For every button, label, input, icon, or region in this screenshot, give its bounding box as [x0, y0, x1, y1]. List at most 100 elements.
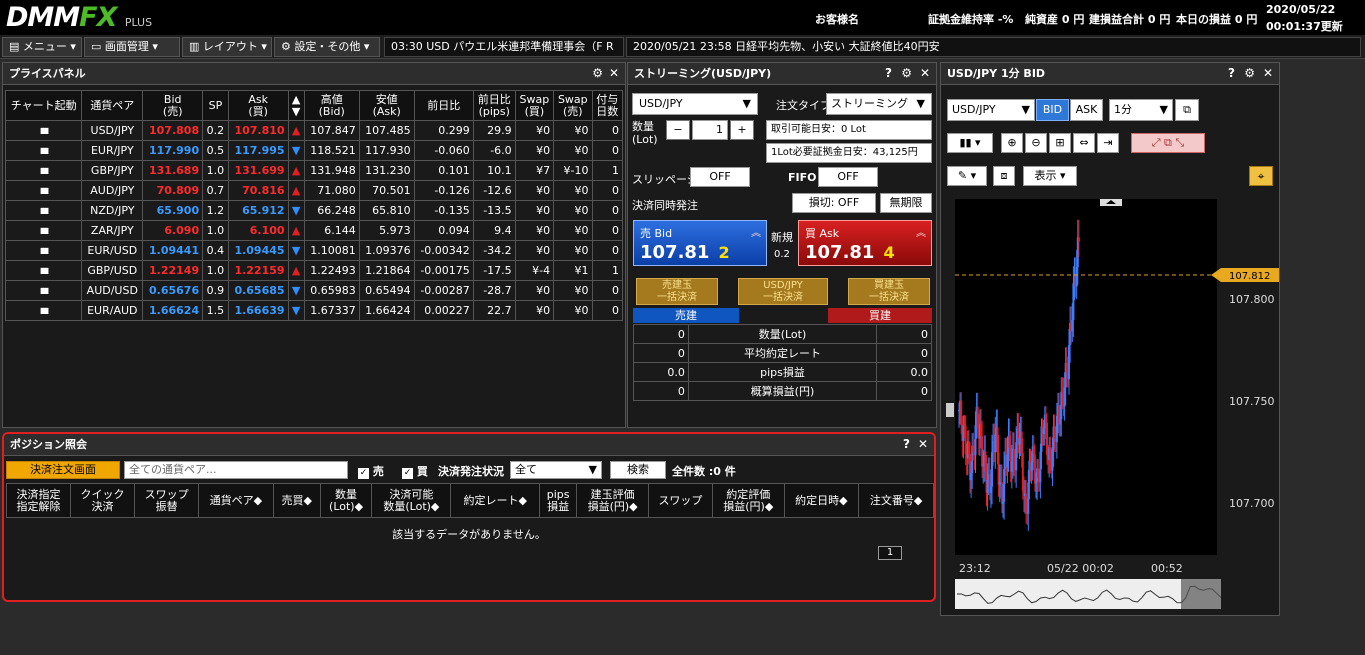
expiry-select[interactable]: 無期限	[880, 193, 932, 213]
ask-toggle[interactable]: ASK	[1070, 99, 1103, 121]
chart-pair-select[interactable]: USD/JPY ▼	[947, 99, 1035, 121]
qty-plus-button[interactable]: +	[730, 120, 754, 140]
chart-launch-icon[interactable]: ▮▮▮	[4, 260, 83, 281]
page-indicator[interactable]: 1	[878, 546, 902, 560]
help-icon[interactable]: ?	[903, 434, 910, 455]
close-all-pair-button[interactable]: USD/JPY 一括決済	[738, 278, 828, 305]
price-row[interactable]: ▮▮▮ ZAR/JPY 6.090 1.0 6.100 ▲ 6.144 5.973 0.094 9…	[4, 220, 624, 241]
menu-button[interactable]: ▤ メニュー ▾	[2, 37, 82, 57]
buy-button[interactable]: 買 Ask 107.81 4 ︽	[798, 220, 932, 266]
price-row[interactable]: ▮▮▮ EUR/JPY 117.990 0.5 117.995 ▼ 118.521 117.9…	[4, 140, 624, 161]
position-column-header[interactable]: 建玉評価 損益(円)◆	[576, 483, 649, 518]
close-icon[interactable]: ✕	[609, 63, 619, 84]
close-icon[interactable]: ✕	[920, 63, 930, 84]
pair-select[interactable]: USD/JPY ▼	[632, 93, 758, 115]
qty-minus-button[interactable]: −	[666, 120, 690, 140]
bid-toggle[interactable]: BID	[1036, 99, 1069, 121]
pair-filter-input[interactable]: 全ての通貨ペア...	[124, 461, 348, 479]
position-column-header[interactable]: 注文番号◆	[858, 483, 934, 518]
zoom-out-icon[interactable]: ⊖	[1025, 133, 1047, 153]
chart-launch-icon[interactable]: ▮▮▮	[4, 200, 83, 221]
chart-launch-icon[interactable]: ▮▮▮	[4, 120, 83, 141]
buy-price-main: 107.81	[805, 242, 875, 263]
pencil-icon[interactable]: ✎ ▾	[947, 166, 987, 186]
position-column-header[interactable]: pips 損益	[538, 483, 578, 518]
close-all-buy-button[interactable]: 買建玉 一括決済	[848, 278, 930, 305]
chart-launch-icon[interactable]: ▮▮▮	[4, 240, 83, 261]
summary-buy: 0	[876, 343, 932, 363]
price-row[interactable]: ▮▮▮ AUD/JPY 70.809 0.7 70.816 ▲ 71.080 70.501 -0…	[4, 180, 624, 201]
candlestick-chart[interactable]: 107.812 107.800 107.750 107.700 23:12 05…	[941, 195, 1279, 615]
cell-swb: ¥0	[514, 240, 555, 261]
settings-button[interactable]: ⚙ 設定・その他 ▾	[274, 37, 380, 57]
help-icon[interactable]: ?	[885, 63, 892, 84]
crosshair-icon[interactable]: ⌖	[1249, 166, 1273, 186]
link-icon[interactable]: ⧉	[1175, 99, 1199, 121]
cell-ask: 65.912	[227, 200, 289, 221]
position-column-header[interactable]: スワップ	[647, 483, 713, 518]
position-column-header[interactable]: 数量 (Lot)◆	[319, 483, 373, 518]
summary-buy: 0	[876, 381, 932, 401]
menu-icon: ▤	[9, 40, 20, 53]
cell-pair: ZAR/JPY	[81, 220, 144, 241]
position-column-header[interactable]: 約定レート◆	[450, 483, 540, 518]
price-row[interactable]: ▮▮▮ GBP/JPY 131.689 1.0 131.699 ▲ 131.948 131.2…	[4, 160, 624, 181]
position-column-header[interactable]: 約定評価 損益(円)◆	[711, 483, 785, 518]
chart-launch-icon[interactable]: ▮▮▮	[4, 140, 83, 161]
gear-icon[interactable]: ⚙	[592, 63, 603, 84]
news-ticker-2[interactable]: 2020/05/21 23:58 日経平均先物、小安い 大証終値比40円安	[626, 37, 1361, 57]
buy-checkbox[interactable]: ✓ 買	[402, 463, 428, 479]
fit-icon[interactable]: ⊞	[1049, 133, 1071, 153]
price-row[interactable]: ▮▮▮ NZD/JPY 65.900 1.2 65.912 ▼ 66.248 65.810 -0…	[4, 200, 624, 221]
chart-launch-icon[interactable]: ▮▮▮	[4, 180, 83, 201]
position-column-header[interactable]: 通貨ペア◆	[198, 483, 274, 518]
scroll-icon[interactable]: ⇔	[1073, 133, 1095, 153]
gear-icon[interactable]: ⚙	[901, 63, 912, 84]
sell-checkbox[interactable]: ✓ 売	[358, 463, 384, 479]
arrow-up-icon: ▲	[287, 160, 305, 181]
price-row[interactable]: ▮▮▮ EUR/USD 1.09441 0.4 1.09445 ▼ 1.10081 1.093…	[4, 240, 624, 261]
position-column-header[interactable]: 決済指定 指定解除	[5, 483, 72, 518]
sell-button[interactable]: 売 Bid 107.81 2 ︽	[633, 220, 767, 266]
chart-launch-icon[interactable]: ▮▮▮	[4, 300, 83, 321]
position-summary-table: 0 数量(Lot) 0 0 平均約定レート 0 0.0 pips損益 0.0 0 概算損益(円) 0	[633, 324, 932, 401]
price-row[interactable]: ▮▮▮ EUR/AUD 1.66624 1.5 1.66639 ▼ 1.67337 1.664…	[4, 300, 624, 321]
indicator-icon[interactable]: ⧈	[993, 166, 1015, 186]
status-select[interactable]: 全て ▼	[510, 461, 602, 479]
cell-swb: ¥0	[514, 140, 555, 161]
chart-launch-icon[interactable]: ▮▮▮	[4, 160, 83, 181]
chart-launch-icon[interactable]: ▮▮▮	[4, 280, 83, 301]
close-icon[interactable]: ✕	[918, 434, 928, 455]
chart-type-select[interactable]: ▮▮ ▾	[947, 133, 993, 153]
settle-order-button[interactable]: 決済注文画面	[6, 461, 120, 479]
zoom-in-icon[interactable]: ⊕	[1001, 133, 1023, 153]
position-column-header[interactable]: スワップ 振替	[134, 483, 200, 518]
price-row[interactable]: ▮▮▮ USD/JPY 107.808 0.2 107.810 ▲ 107.847 107.4…	[4, 120, 624, 141]
price-row[interactable]: ▮▮▮ AUD/USD 0.65676 0.9 0.65685 ▼ 0.65983 0.654…	[4, 280, 624, 301]
order-line-icons[interactable]: ⤢ ⧉ ⤡	[1131, 133, 1205, 153]
help-icon[interactable]: ?	[1228, 63, 1235, 84]
news-ticker-1[interactable]: 03:30 USD パウエル米連邦準備理事会（F R	[384, 37, 624, 57]
position-column-header[interactable]: 売買◆	[272, 483, 321, 518]
position-column-header[interactable]: 決済可能 数量(Lot)◆	[371, 483, 452, 518]
search-button[interactable]: 検索	[610, 461, 666, 479]
price-row[interactable]: ▮▮▮ GBP/USD 1.22149 1.0 1.22159 ▲ 1.22493 1.218…	[4, 260, 624, 281]
layout-button[interactable]: ▥ レイアウト ▾	[182, 37, 272, 57]
position-column-header[interactable]: クイック 決済	[70, 483, 136, 518]
interval-select[interactable]: 1分 ▼	[1109, 99, 1173, 121]
slippage-toggle[interactable]: OFF	[690, 167, 750, 187]
close-all-sell-button[interactable]: 売建玉 一括決済	[636, 278, 718, 305]
position-column-header[interactable]: 約定日時◆	[783, 483, 860, 518]
gear-icon[interactable]: ⚙	[1244, 63, 1255, 84]
order-type-select[interactable]: ストリーミング ▼	[826, 93, 932, 115]
qty-input[interactable]: 1	[692, 120, 728, 140]
stoploss-toggle[interactable]: 損切: OFF	[792, 193, 876, 213]
screen-manage-button[interactable]: ▭ 画面管理 ▾	[84, 37, 180, 57]
close-icon[interactable]: ✕	[1263, 63, 1273, 84]
chart-launch-icon[interactable]: ▮▮▮	[4, 220, 83, 241]
fifo-toggle[interactable]: OFF	[818, 167, 878, 187]
jump-end-icon[interactable]: ⇥	[1097, 133, 1119, 153]
new-label: 新規	[771, 231, 793, 244]
display-menu[interactable]: 表示 ▾	[1023, 166, 1077, 186]
cell-days: 0	[591, 200, 624, 221]
